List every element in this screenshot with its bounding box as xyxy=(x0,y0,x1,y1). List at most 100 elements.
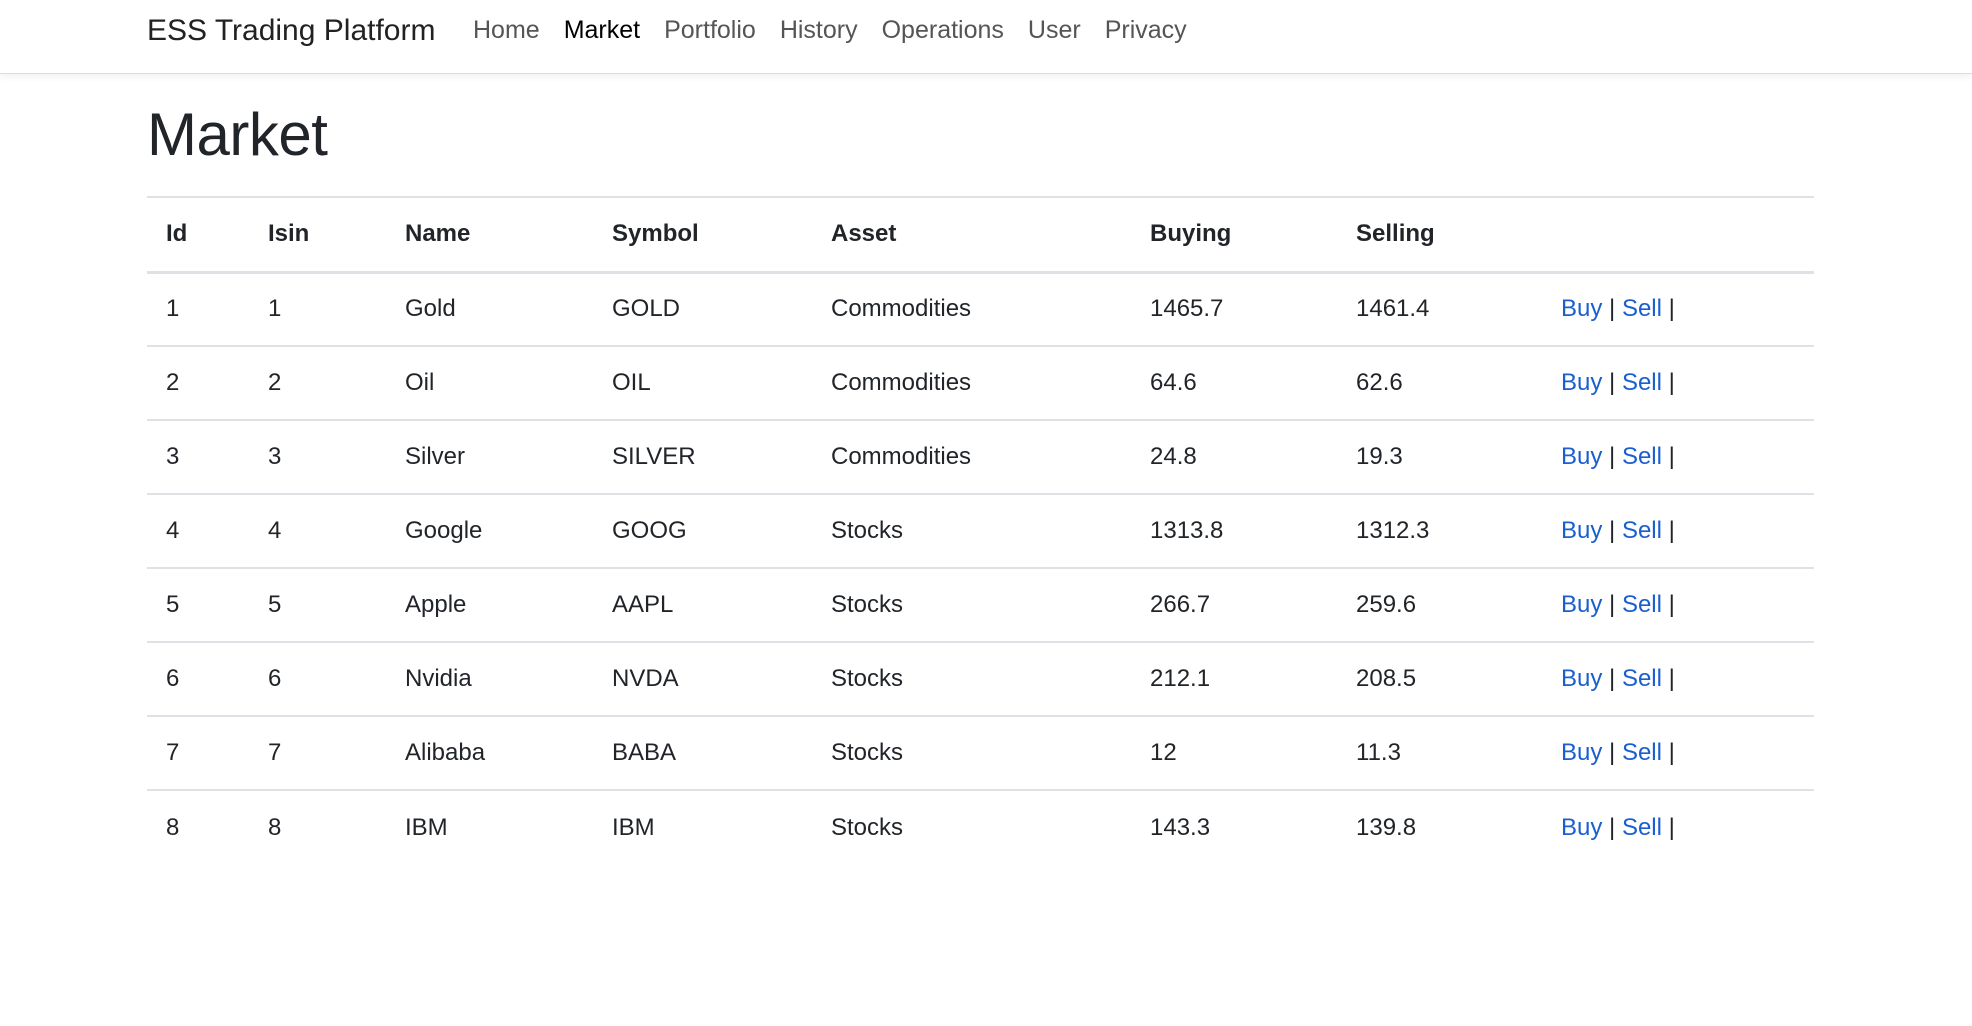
nav-item-portfolio: Portfolio xyxy=(664,16,756,45)
buy-link[interactable]: Buy xyxy=(1561,591,1602,618)
cell-asset: Stocks xyxy=(812,716,1131,791)
nav-menu: Home Market Portfolio History Operations… xyxy=(473,16,1187,45)
cell-selling: 1461.4 xyxy=(1337,272,1542,347)
column-header-selling: Selling xyxy=(1337,196,1542,274)
action-separator: | xyxy=(1668,665,1675,692)
cell-symbol: AAPL xyxy=(593,568,812,643)
column-header-symbol: Symbol xyxy=(593,196,812,274)
action-separator: | xyxy=(1668,813,1675,841)
nav-link-home[interactable]: Home xyxy=(473,16,540,44)
action-separator: | xyxy=(1609,591,1616,618)
action-separator: | xyxy=(1668,591,1675,618)
column-header-id: Id xyxy=(147,196,249,274)
cell-actions: Buy | Sell | xyxy=(1542,716,1814,791)
nav-item-user: User xyxy=(1028,16,1081,45)
nav-link-portfolio[interactable]: Portfolio xyxy=(664,16,756,44)
buy-link[interactable]: Buy xyxy=(1561,369,1602,396)
sell-link[interactable]: Sell xyxy=(1622,369,1662,396)
cell-asset: Stocks xyxy=(831,813,904,841)
cell-symbol: GOOG xyxy=(593,494,812,569)
market-table-container: Id Isin Name Symbol Asset Buying Selling… xyxy=(147,196,1814,864)
buy-link[interactable]: Buy xyxy=(1561,814,1602,841)
sell-link[interactable]: Sell xyxy=(1622,591,1662,618)
nav-item-home: Home xyxy=(473,16,540,45)
cell-selling: 19.3 xyxy=(1337,420,1542,495)
action-separator: | xyxy=(1609,739,1616,766)
buy-link[interactable]: Buy xyxy=(1561,295,1602,322)
cell-isin: 8 xyxy=(268,813,282,841)
column-header-asset: Asset xyxy=(812,196,1131,274)
cell-buying: 212.1 xyxy=(1131,642,1337,717)
cell-selling: 1312.3 xyxy=(1337,494,1542,569)
buy-link[interactable]: Buy xyxy=(1561,517,1602,544)
cell-id: 5 xyxy=(147,568,249,643)
sell-link[interactable]: Sell xyxy=(1622,665,1662,692)
action-separator: | xyxy=(1609,517,1616,544)
column-header-isin: Isin xyxy=(249,196,386,274)
action-separator: | xyxy=(1609,443,1616,470)
cell-id: 2 xyxy=(147,346,249,421)
cell-buying: 64.6 xyxy=(1131,346,1337,421)
nav-link-user[interactable]: User xyxy=(1028,16,1081,44)
cell-isin: 7 xyxy=(249,716,386,791)
brand-link[interactable]: ESS Trading Platform xyxy=(147,14,435,48)
cell-actions: Buy | Sell | xyxy=(1542,494,1814,569)
nav-item-privacy: Privacy xyxy=(1105,16,1187,45)
header-row: Id Isin Name Symbol Asset Buying Selling xyxy=(147,196,1814,274)
table-body: 1 1 Gold GOLD Commodities 1465.7 1461.4 Buy | S… xyxy=(147,272,1814,864)
page-title: Market xyxy=(147,101,328,168)
action-separator: | xyxy=(1668,369,1675,396)
table-row: 4 4 Google GOOG Stocks 1313.8 1312.3 Buy | Sell… xyxy=(147,494,1814,569)
cell-id: 4 xyxy=(147,494,249,569)
cell-asset: Commodities xyxy=(812,346,1131,421)
cell-symbol: IBM xyxy=(612,813,655,841)
nav-link-history[interactable]: History xyxy=(780,16,858,44)
sell-link[interactable]: Sell xyxy=(1622,739,1662,766)
cell-name: IBM xyxy=(405,813,448,841)
table-row: 5 5 Apple AAPL Stocks 266.7 259.6 Buy | Sell | xyxy=(147,568,1814,643)
cell-name: Google xyxy=(386,494,593,569)
nav-item-operations: Operations xyxy=(882,16,1004,45)
cell-selling: 62.6 xyxy=(1337,346,1542,421)
cell-name: Apple xyxy=(386,568,593,643)
cell-name: Alibaba xyxy=(386,716,593,791)
cell-isin: 3 xyxy=(249,420,386,495)
cell-selling: 139.8 xyxy=(1356,813,1417,841)
cell-asset: Stocks xyxy=(812,494,1131,569)
sell-link[interactable]: Sell xyxy=(1622,517,1662,544)
action-separator: | xyxy=(1609,295,1616,323)
table-row: 6 6 Nvidia NVDA Stocks 212.1 208.5 Buy | Sell | xyxy=(147,642,1814,717)
cell-selling: 11.3 xyxy=(1337,716,1542,791)
cell-asset: Commodities xyxy=(812,420,1131,495)
cell-symbol: NVDA xyxy=(593,642,812,717)
sell-link[interactable]: Sell xyxy=(1622,443,1662,470)
action-separator: | xyxy=(1668,295,1675,323)
cell-buying: 24.8 xyxy=(1131,420,1337,495)
cell-name: Nvidia xyxy=(386,642,593,717)
sell-link[interactable]: Sell xyxy=(1622,814,1662,841)
sell-link[interactable]: Sell xyxy=(1622,295,1662,322)
cell-symbol: OIL xyxy=(593,346,812,421)
market-table: Id Isin Name Symbol Asset Buying Selling… xyxy=(147,196,1814,864)
cell-actions: Buy | Sell | xyxy=(1542,272,1814,347)
cell-actions: Buy | Sell | xyxy=(1542,420,1814,495)
cell-symbol: BABA xyxy=(593,716,812,791)
cell-isin: 5 xyxy=(249,568,386,643)
column-header-actions xyxy=(1542,196,1814,274)
cell-id: 3 xyxy=(147,420,249,495)
nav-link-operations[interactable]: Operations xyxy=(882,16,1004,44)
cell-isin: 1 xyxy=(249,272,386,347)
table-row: 8 8 IBM IBM Stocks 143.3 139.8 Buy | Sell | xyxy=(147,790,1814,864)
nav-link-market[interactable]: Market xyxy=(564,16,640,44)
action-separator: | xyxy=(1609,665,1616,692)
cell-asset: Stocks xyxy=(812,568,1131,643)
cell-name: Oil xyxy=(386,346,593,421)
buy-link[interactable]: Buy xyxy=(1561,739,1602,766)
cell-name: Silver xyxy=(386,420,593,495)
table-row: 7 7 Alibaba BABA Stocks 12 11.3 Buy | Sell | xyxy=(147,716,1814,791)
cell-isin: 4 xyxy=(249,494,386,569)
buy-link[interactable]: Buy xyxy=(1561,443,1602,470)
nav-link-privacy[interactable]: Privacy xyxy=(1105,16,1187,44)
cell-actions: Buy | Sell | xyxy=(1542,568,1814,643)
buy-link[interactable]: Buy xyxy=(1561,665,1602,692)
